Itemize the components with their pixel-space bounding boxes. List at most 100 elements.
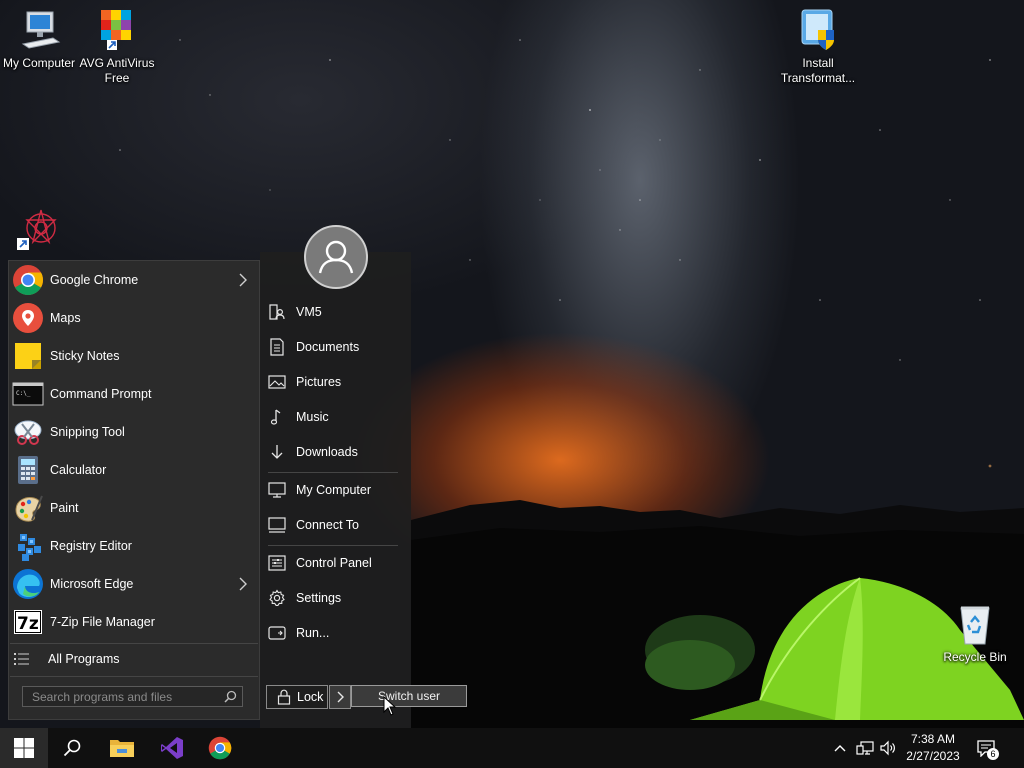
lock-button[interactable]: Lock <box>266 685 328 709</box>
command-prompt-icon: C:\_ <box>12 382 44 406</box>
desktop-icon-my-computer[interactable]: My Computer <box>0 6 78 71</box>
taskbar-clock[interactable]: 7:38 AM 2/27/2023 <box>900 731 966 765</box>
program-sticky-notes[interactable]: Sticky Notes <box>10 338 258 374</box>
folder-icon <box>110 740 134 757</box>
place-music[interactable]: Music <box>268 403 404 431</box>
calculator-icon <box>18 456 38 484</box>
place-label: Downloads <box>296 445 358 459</box>
chevron-right-icon <box>239 273 247 287</box>
place-control-panel[interactable]: Control Panel <box>268 549 404 577</box>
svg-text:C:\_: C:\_ <box>16 390 31 397</box>
taskbar: 7:38 AM 2/27/2023 6 <box>0 728 1024 768</box>
speaker-icon <box>880 740 895 756</box>
program-google-chrome[interactable]: Google Chrome <box>10 262 258 298</box>
start-button[interactable] <box>0 728 48 768</box>
network-icon <box>856 741 874 755</box>
7zip-icon: 7z <box>14 610 42 634</box>
place-vm5[interactable]: VM5 <box>268 298 404 326</box>
taskbar-search-button[interactable] <box>48 728 96 768</box>
paint-icon <box>15 495 43 522</box>
registry-editor-icon <box>18 534 41 561</box>
program-calculator[interactable]: Calculator <box>10 452 258 488</box>
program-registry-editor[interactable]: Registry Editor <box>10 528 258 564</box>
search-icon <box>63 739 81 757</box>
program-label: Command Prompt <box>50 387 152 401</box>
search-icon <box>224 690 237 703</box>
recycle-bin-icon <box>960 606 990 645</box>
switch-user-item[interactable]: Switch user <box>351 685 467 707</box>
place-label: Run... <box>296 626 330 640</box>
visual-studio-icon <box>161 737 183 759</box>
svg-text:7z: 7z <box>17 614 39 634</box>
chevron-right-icon <box>239 577 247 591</box>
taskbar-chrome[interactable] <box>196 728 244 768</box>
download-icon <box>271 445 283 459</box>
all-programs-item[interactable]: All Programs <box>10 641 258 677</box>
installer-icon <box>801 9 834 50</box>
edge-icon <box>13 569 43 599</box>
list-icon <box>14 653 29 665</box>
program-label: Registry Editor <box>50 539 132 553</box>
desktop-icon-label: AVG AntiVirus Free <box>79 56 155 85</box>
program-label: Sticky Notes <box>50 349 120 363</box>
lock-label: Lock <box>297 690 324 704</box>
clock-date: 2/27/2023 <box>906 749 960 763</box>
chevron-up-icon <box>834 745 846 752</box>
music-icon <box>270 409 281 425</box>
lock-icon <box>277 689 291 705</box>
place-label: Music <box>296 410 329 424</box>
place-settings[interactable]: Settings <box>268 584 404 612</box>
divider <box>268 545 398 546</box>
place-label: Documents <box>296 340 360 354</box>
place-pictures[interactable]: Pictures <box>268 368 404 396</box>
program-label: Maps <box>50 311 81 325</box>
desktop-icon-label: My Computer <box>2 56 76 70</box>
desktop-icon-avg[interactable]: AVG AntiVirus Free <box>78 6 156 86</box>
program-microsoft-edge[interactable]: Microsoft Edge <box>10 566 258 602</box>
place-label: Control Panel <box>296 556 372 570</box>
mouse-cursor-icon <box>383 696 397 716</box>
place-label: Connect To <box>296 518 360 532</box>
chrome-icon <box>208 736 232 760</box>
chevron-right-icon <box>337 691 344 703</box>
program-label: Microsoft Edge <box>50 577 134 591</box>
search-placeholder: Search programs and files <box>32 690 173 704</box>
sticky-notes-icon <box>15 343 41 369</box>
program-paint[interactable]: Paint <box>10 490 258 526</box>
program-label: Snipping Tool <box>50 425 125 439</box>
app-shortcut-icon <box>17 209 57 250</box>
search-input[interactable]: Search programs and files <box>22 686 243 707</box>
show-hidden-icons-button[interactable] <box>830 728 850 768</box>
place-label: Pictures <box>296 375 342 389</box>
taskbar-visual-studio[interactable] <box>148 728 196 768</box>
program-command-prompt[interactable]: C:\_ Command Prompt <box>10 376 258 412</box>
volume-tray-icon[interactable] <box>877 728 899 768</box>
network-tray-icon[interactable] <box>854 728 876 768</box>
program-7zip[interactable]: 7z 7-Zip File Manager <box>10 604 258 640</box>
place-label: VM5 <box>296 305 322 319</box>
user-avatar[interactable] <box>304 225 368 289</box>
place-my-computer[interactable]: My Computer <box>268 476 404 504</box>
windows-logo-icon <box>14 738 34 758</box>
place-connect-to[interactable]: Connect To <box>268 511 404 539</box>
taskbar-file-explorer[interactable] <box>98 728 146 768</box>
all-programs-label: All Programs <box>48 652 120 666</box>
snipping-tool-icon <box>14 420 42 445</box>
program-label: Calculator <box>50 463 107 477</box>
control-panel-icon <box>268 555 286 571</box>
desktop-icon-install-transformat[interactable]: Install Transformat... <box>779 6 857 86</box>
notification-count-badge: 6 <box>987 748 999 760</box>
desktop-icon-app-shortcut[interactable] <box>0 204 78 254</box>
place-label: My Computer <box>296 483 372 497</box>
place-documents[interactable]: Documents <box>268 333 404 361</box>
divider <box>268 472 398 473</box>
power-options-arrow[interactable] <box>329 685 351 709</box>
chrome-icon <box>13 265 44 296</box>
place-run[interactable]: Run... <box>268 619 404 647</box>
desktop-icon-recycle-bin[interactable]: Recycle Bin <box>936 600 1014 665</box>
program-label: Paint <box>50 501 79 515</box>
program-label: 7-Zip File Manager <box>50 615 155 629</box>
place-downloads[interactable]: Downloads <box>268 438 404 466</box>
program-maps[interactable]: Maps <box>10 300 258 336</box>
program-snipping-tool[interactable]: Snipping Tool <box>10 414 258 450</box>
